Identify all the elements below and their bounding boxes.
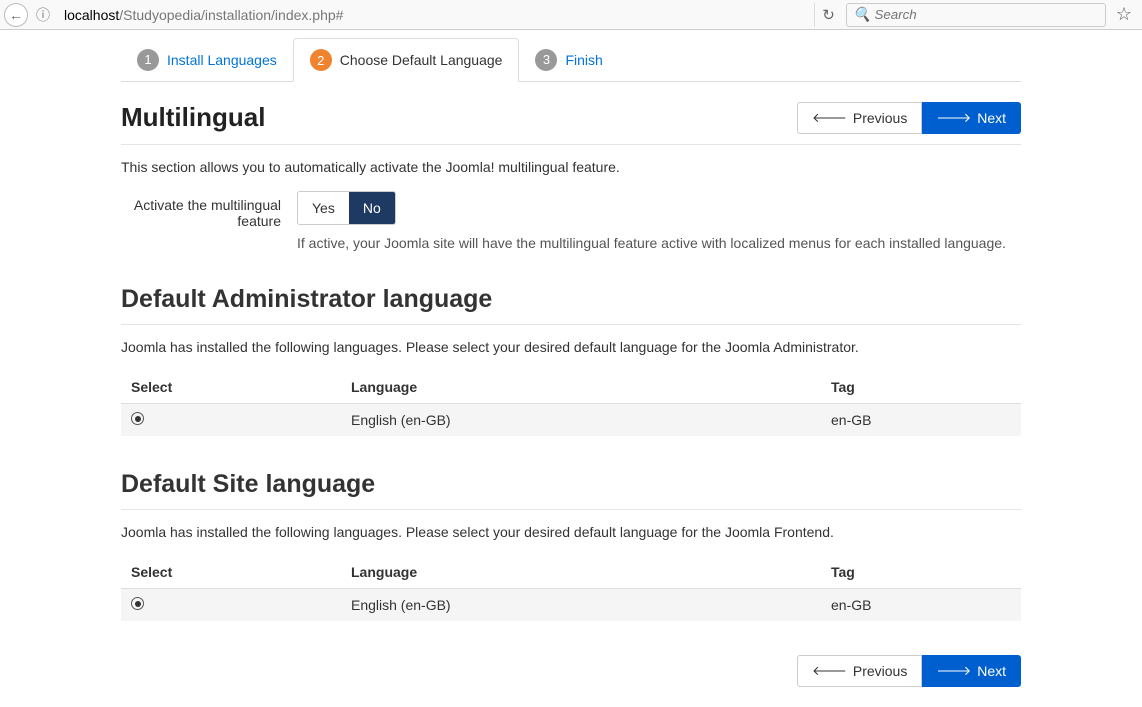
admin-language-title: Default Administrator language	[121, 285, 1021, 314]
arrow-right-icon: 🡒	[936, 110, 971, 126]
col-language: Language	[341, 371, 821, 404]
step-number-badge: 1	[137, 49, 159, 71]
arrow-left-icon: 🡐	[812, 110, 847, 126]
toggle-no-button[interactable]: No	[349, 192, 395, 224]
url-path: /Studyopedia/installation/index.php#	[119, 7, 343, 23]
step-label: Choose Default Language	[340, 52, 503, 68]
next-button[interactable]: 🡒 Next	[922, 655, 1021, 687]
search-icon: 🔍	[853, 6, 870, 23]
star-icon: ☆	[1116, 4, 1132, 25]
step-number-badge: 3	[535, 49, 557, 71]
col-tag: Tag	[821, 556, 1021, 589]
language-cell: English (en-GB)	[341, 404, 821, 437]
arrow-right-icon: 🡒	[936, 663, 971, 679]
button-label: Next	[977, 663, 1006, 679]
step-install-languages[interactable]: 1 Install Languages	[121, 38, 293, 81]
step-number-badge: 2	[310, 49, 332, 71]
site-language-table: Select Language Tag English (en-GB) en-G…	[121, 556, 1021, 621]
nav-buttons-top: 🡐 Previous 🡒 Next	[797, 102, 1021, 134]
bookmark-button[interactable]: ☆	[1110, 3, 1138, 27]
col-tag: Tag	[821, 371, 1021, 404]
heading-row: Multilingual 🡐 Previous 🡒 Next	[121, 102, 1021, 134]
button-label: Next	[977, 110, 1006, 126]
step-finish[interactable]: 3 Finish	[519, 38, 618, 81]
admin-language-desc: Joomla has installed the following langu…	[121, 339, 1021, 355]
col-select: Select	[121, 556, 341, 589]
page-title: Multilingual	[121, 102, 265, 133]
table-header-row: Select Language Tag	[121, 371, 1021, 404]
browser-toolbar: ← ⓘ localhost/Studyopedia/installation/i…	[0, 0, 1142, 30]
radio-icon	[131, 597, 144, 610]
install-steps: 1 Install Languages 2 Choose Default Lan…	[121, 38, 1021, 82]
arrow-left-icon: ←	[9, 7, 23, 23]
language-cell: English (en-GB)	[341, 589, 821, 622]
reload-icon: ↻	[822, 6, 835, 24]
table-row: English (en-GB) en-GB	[121, 589, 1021, 622]
site-info-icon[interactable]: ⓘ	[32, 4, 54, 26]
back-button[interactable]: ←	[4, 3, 28, 27]
site-language-title: Default Site language	[121, 470, 1021, 499]
tag-cell: en-GB	[821, 404, 1021, 437]
button-label: Previous	[853, 110, 907, 126]
button-label: Previous	[853, 663, 907, 679]
table-row: English (en-GB) en-GB	[121, 404, 1021, 437]
activate-multilingual-row: Activate the multilingual feature Yes No…	[121, 191, 1021, 251]
tag-cell: en-GB	[821, 589, 1021, 622]
divider	[121, 144, 1021, 145]
url-domain: localhost	[64, 7, 119, 23]
search-input[interactable]	[874, 7, 1099, 22]
field-help-text: If active, your Joomla site will have th…	[297, 235, 1021, 251]
divider	[121, 324, 1021, 325]
url-bar[interactable]: localhost/Studyopedia/installation/index…	[58, 3, 810, 27]
divider	[121, 509, 1021, 510]
site-language-desc: Joomla has installed the following langu…	[121, 524, 1021, 540]
activate-multilingual-toggle: Yes No	[297, 191, 396, 225]
previous-button[interactable]: 🡐 Previous	[797, 102, 922, 134]
step-label: Install Languages	[167, 52, 277, 68]
step-label: Finish	[565, 52, 602, 68]
radio-cell[interactable]	[121, 589, 341, 622]
radio-icon	[131, 412, 144, 425]
radio-cell[interactable]	[121, 404, 341, 437]
multilingual-desc: This section allows you to automatically…	[121, 159, 1021, 175]
browser-search[interactable]: 🔍	[846, 3, 1106, 27]
arrow-left-icon: 🡐	[812, 663, 847, 679]
next-button[interactable]: 🡒 Next	[922, 102, 1021, 134]
previous-button[interactable]: 🡐 Previous	[797, 655, 922, 687]
nav-buttons-bottom: 🡐 Previous 🡒 Next	[121, 655, 1021, 687]
page-content: 1 Install Languages 2 Choose Default Lan…	[121, 30, 1021, 707]
col-select: Select	[121, 371, 341, 404]
col-language: Language	[341, 556, 821, 589]
step-choose-default-language[interactable]: 2 Choose Default Language	[293, 38, 520, 82]
table-header-row: Select Language Tag	[121, 556, 1021, 589]
admin-language-table: Select Language Tag English (en-GB) en-G…	[121, 371, 1021, 436]
toggle-yes-button[interactable]: Yes	[298, 192, 349, 224]
reload-button[interactable]: ↻	[814, 3, 842, 27]
field-label: Activate the multilingual feature	[121, 191, 281, 229]
